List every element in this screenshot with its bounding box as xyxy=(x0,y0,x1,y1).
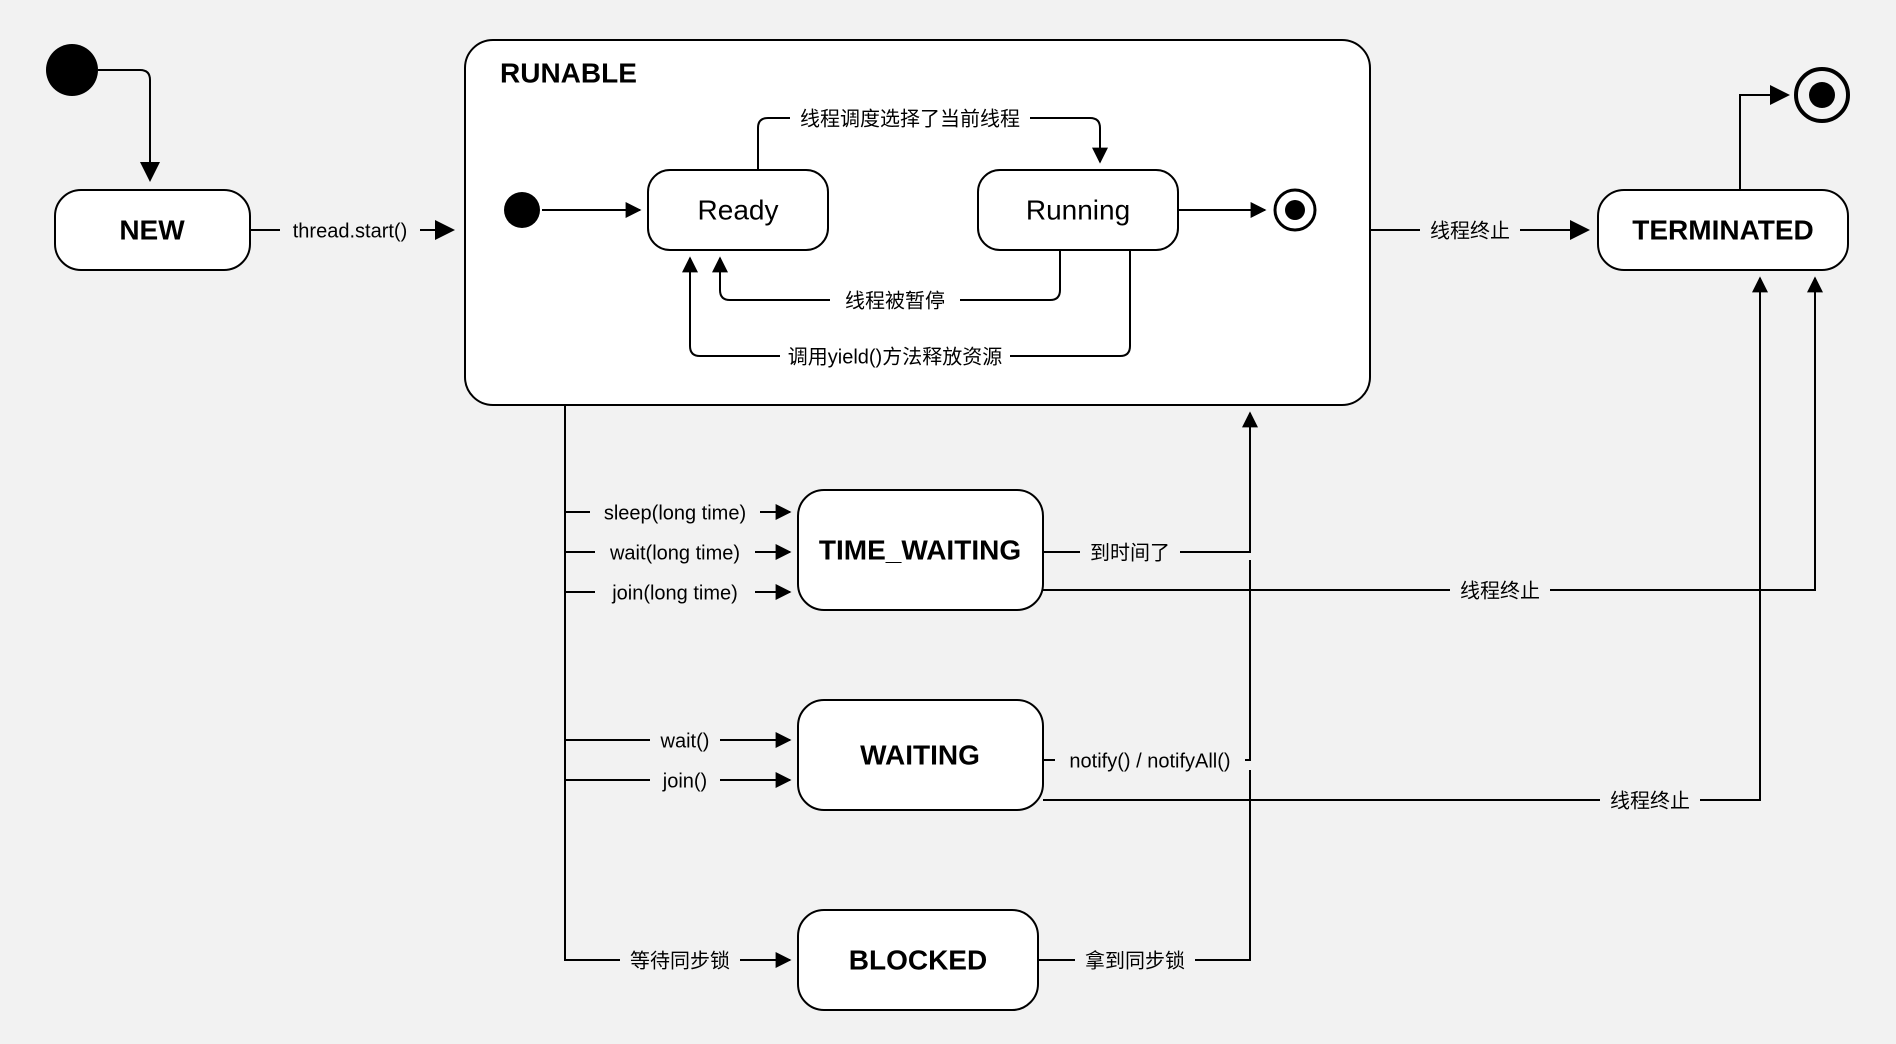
edge-blocked-to-runnable xyxy=(1038,770,1250,960)
edge-runnable-to-tw-sleep: sleep(long time) xyxy=(565,405,790,524)
initial-state-icon xyxy=(46,44,98,96)
state-blocked: BLOCKED xyxy=(798,910,1038,1010)
state-terminated-label: TERMINATED xyxy=(1632,214,1813,245)
edge-tw-to-runnable-label: 到时间了 xyxy=(1090,541,1170,564)
edge-runnable-to-w-join-label: join() xyxy=(662,770,707,792)
edge-initial-to-new xyxy=(98,70,150,180)
state-running-label: Running xyxy=(1026,194,1130,225)
state-new-label: NEW xyxy=(119,214,185,245)
edge-new-to-runnable-label: thread.start() xyxy=(293,220,407,242)
edge-runnable-to-tw-wait-label: wait(long time) xyxy=(609,542,740,564)
state-blocked-label: BLOCKED xyxy=(849,944,987,975)
edge-runnable-to-tw-join-label: join(long time) xyxy=(611,582,738,604)
edge-runnable-to-w-wait: wait() xyxy=(565,592,790,752)
edge-w-to-runnable-label: notify() / notifyAll() xyxy=(1069,750,1230,772)
state-ready: Ready xyxy=(648,170,828,250)
edge-ready-to-running-label: 线程调度选择了当前线程 xyxy=(800,107,1020,130)
edge-tw-to-terminated-label: 线程终止 xyxy=(1460,579,1540,602)
state-time-waiting: TIME_WAITING xyxy=(798,490,1043,610)
runnable-initial-state-icon xyxy=(504,192,540,228)
edge-tw-to-runnable xyxy=(1043,413,1250,552)
edge-w-to-terminated-label: 线程终止 xyxy=(1610,789,1690,812)
final-state-icon xyxy=(1796,69,1848,121)
state-terminated: TERMINATED xyxy=(1598,190,1848,270)
edge-running-to-ready-pause-label: 线程被暂停 xyxy=(845,289,945,312)
state-time-waiting-label: TIME_WAITING xyxy=(819,534,1021,565)
state-new: NEW xyxy=(55,190,250,270)
edge-running-to-ready-yield-label: 调用yield()方法释放资源 xyxy=(788,345,1002,368)
state-waiting-label: WAITING xyxy=(860,739,980,770)
edge-runnable-to-w-wait-label: wait() xyxy=(660,730,710,752)
edge-runnable-to-terminated-label: 线程终止 xyxy=(1430,219,1510,242)
edge-blocked-to-runnable-label: 拿到同步锁 xyxy=(1085,948,1185,972)
edge-runnable-to-tw-sleep-label: sleep(long time) xyxy=(604,502,746,524)
state-running: Running xyxy=(978,170,1178,250)
edge-runnable-to-blocked xyxy=(565,780,790,960)
edge-terminated-to-final xyxy=(1740,95,1788,190)
state-waiting: WAITING xyxy=(798,700,1043,810)
edge-runnable-to-blocked-label: 等待同步锁 xyxy=(630,949,730,972)
state-runnable-label: RUNABLE xyxy=(500,57,637,88)
state-ready-label: Ready xyxy=(698,194,779,225)
